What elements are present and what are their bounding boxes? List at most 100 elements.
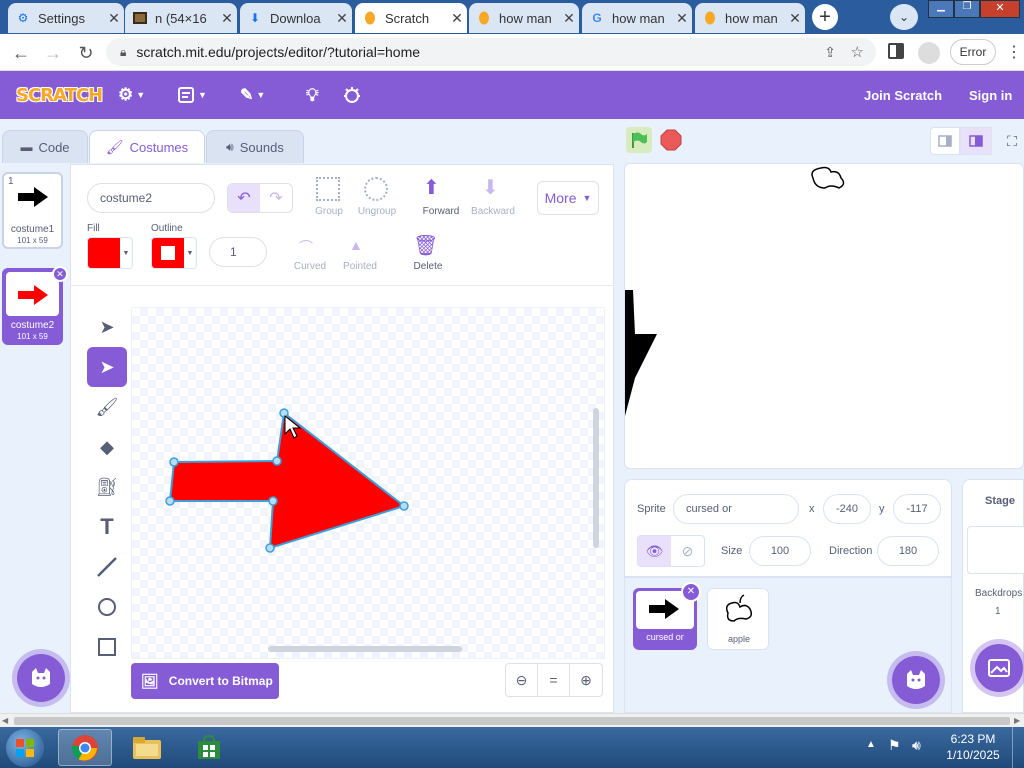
scrollbar-thumb[interactable] xyxy=(14,717,1010,725)
side-panel-icon[interactable] xyxy=(888,43,904,59)
vertical-scrollbar[interactable] xyxy=(593,408,599,548)
tab-video[interactable]: n (54×16 ✕ xyxy=(125,3,237,33)
tab-how-many-2[interactable]: G how man ✕ xyxy=(582,3,692,33)
scroll-right-icon[interactable]: ▶ xyxy=(1014,716,1020,725)
fullscreen-icon[interactable]: ⛶ xyxy=(1000,127,1024,155)
sprite-tile-selected[interactable]: cursed or ✕ xyxy=(633,582,701,650)
stage-selector[interactable]: Stage Backdrops 1 xyxy=(962,479,1024,713)
delete-sprite-icon[interactable]: ✕ xyxy=(681,582,701,602)
scratch-logo[interactable]: SCRATCH xyxy=(16,71,103,119)
more-dropdown[interactable]: More ▼ xyxy=(537,181,599,215)
back-arrow-icon[interactable]: ← xyxy=(8,40,34,66)
debug-bug-icon[interactable] xyxy=(342,71,362,119)
error-button[interactable]: Error xyxy=(950,39,996,65)
tutorials-lightbulb-icon[interactable]: 💡︎ xyxy=(306,71,319,119)
ungroup-icon[interactable] xyxy=(364,177,388,201)
flag-alert-icon[interactable]: ⚑ xyxy=(888,737,901,754)
taskbar-store[interactable] xyxy=(186,729,232,766)
tab-settings[interactable]: ⚙ Settings ✕ xyxy=(8,3,124,33)
outline-color-picker[interactable]: ▼ xyxy=(151,237,197,269)
page-horizontal-scrollbar[interactable]: ◀ ▶ xyxy=(0,713,1024,727)
join-scratch-link[interactable]: Join Scratch xyxy=(864,71,942,119)
zoom-in-icon[interactable]: ⊕ xyxy=(570,664,602,696)
show-eye-icon[interactable]: 👁︎ xyxy=(638,536,671,566)
trash-icon[interactable]: 🗑︎ xyxy=(413,233,438,258)
maximize-button[interactable]: ❐ xyxy=(954,0,980,18)
eraser-tool[interactable]: ◆ xyxy=(87,427,127,467)
tab-scratch[interactable]: Scratch ✕ xyxy=(355,3,467,33)
show-desktop-button[interactable] xyxy=(1012,727,1024,768)
small-stage-button[interactable] xyxy=(930,127,960,155)
close-icon[interactable]: ✕ xyxy=(332,10,352,27)
arrow-shape[interactable] xyxy=(132,308,606,660)
choose-sprite-button[interactable] xyxy=(892,656,940,704)
close-icon[interactable]: ✕ xyxy=(559,10,579,27)
show-hidden-icons[interactable]: ▲ xyxy=(866,739,876,750)
taskbar-chrome[interactable] xyxy=(58,729,112,766)
close-icon[interactable]: ✕ xyxy=(785,10,805,27)
delete-costume-icon[interactable]: ✕ xyxy=(52,266,68,282)
sprite-tile[interactable]: apple xyxy=(707,588,769,650)
choose-backdrop-button[interactable] xyxy=(975,644,1023,692)
direction-input[interactable]: 180 xyxy=(877,536,939,566)
pointed-icon[interactable]: ▲ xyxy=(349,237,363,253)
y-position-input[interactable]: -117 xyxy=(893,494,941,524)
line-tool[interactable] xyxy=(87,547,127,587)
start-button[interactable] xyxy=(6,729,44,767)
reload-icon[interactable]: ↻ xyxy=(73,40,99,66)
fill-color-picker[interactable]: ▼ xyxy=(87,237,133,269)
forward-arrow-icon[interactable]: → xyxy=(40,40,66,66)
sign-in-link[interactable]: Sign in xyxy=(969,71,1012,119)
forward-layer-icon[interactable]: ⬆ xyxy=(423,175,440,200)
brush-tool[interactable]: 🖌︎ xyxy=(87,387,127,427)
close-icon[interactable]: ✕ xyxy=(104,10,124,27)
backward-layer-icon[interactable]: ⬇ xyxy=(482,175,499,200)
rectangle-tool[interactable] xyxy=(87,627,127,667)
window-close-button[interactable]: ✕ xyxy=(980,0,1020,18)
undo-icon[interactable]: ↶ xyxy=(228,184,260,212)
curved-icon[interactable]: ⌒ xyxy=(299,237,313,257)
address-bar[interactable]: 🔒︎ scratch.mit.edu/projects/editor/?tuto… xyxy=(106,38,876,66)
circle-tool[interactable] xyxy=(87,587,127,627)
close-icon[interactable]: ✕ xyxy=(447,10,467,27)
clock-date[interactable]: 1/10/2025 xyxy=(940,748,1006,762)
close-icon[interactable]: ✕ xyxy=(217,10,237,27)
hide-eye-icon[interactable]: ⊘ xyxy=(671,536,704,566)
text-tool[interactable]: T xyxy=(87,507,127,547)
group-icon[interactable] xyxy=(316,177,340,201)
tab-search-chevron-icon[interactable]: ⌄ xyxy=(890,4,918,30)
costume-name-input[interactable]: costume2 xyxy=(87,183,215,213)
costume-tile[interactable]: 1 costume1 101 x 59 xyxy=(2,172,63,249)
outline-width-input[interactable]: 1 xyxy=(209,237,267,267)
tab-how-many-1[interactable]: how man ✕ xyxy=(469,3,579,33)
sprite-name-input[interactable]: cursed or xyxy=(673,494,799,524)
stop-button[interactable] xyxy=(660,129,682,151)
convert-to-bitmap-button[interactable]: 🖼︎ Convert to Bitmap xyxy=(131,663,279,699)
select-tool[interactable]: ➤ xyxy=(87,307,127,347)
tab-downloads[interactable]: ⬇ Downloa ✕ xyxy=(240,3,352,33)
redo-icon[interactable]: ↷ xyxy=(260,184,292,212)
taskbar-explorer[interactable] xyxy=(124,729,170,766)
stage-canvas[interactable] xyxy=(624,163,1024,469)
x-position-input[interactable]: -240 xyxy=(823,494,871,524)
costume-tile-selected[interactable]: 2 costume2 101 x 59 ✕ xyxy=(2,266,68,345)
edit-pencil-icon[interactable]: ✎ ▼ xyxy=(240,71,265,119)
kebab-menu-icon[interactable]: ⋮ xyxy=(1006,42,1022,62)
volume-icon[interactable]: 🔊︎ xyxy=(912,737,921,754)
file-menu-icon[interactable]: ▼ xyxy=(178,71,207,119)
settings-gear-icon[interactable]: ⚙ ▼ xyxy=(118,71,145,119)
drawing-canvas[interactable] xyxy=(131,307,605,659)
clock-time[interactable]: 6:23 PM xyxy=(940,732,1006,746)
share-icon[interactable]: ⇪ xyxy=(824,44,836,61)
scroll-left-icon[interactable]: ◀ xyxy=(2,716,8,725)
size-input[interactable]: 100 xyxy=(749,536,811,566)
tab-costumes[interactable]: 🖌︎ Costumes xyxy=(89,130,205,163)
close-icon[interactable]: ✕ xyxy=(672,10,692,27)
tab-sounds[interactable]: 🔊︎ Sounds xyxy=(206,130,304,163)
normal-stage-button[interactable] xyxy=(960,127,992,155)
green-flag-button[interactable] xyxy=(626,127,652,153)
horizontal-scrollbar[interactable] xyxy=(268,646,462,652)
new-tab-button[interactable]: + xyxy=(812,4,838,30)
zoom-out-icon[interactable]: ⊖ xyxy=(506,664,538,696)
profile-avatar[interactable] xyxy=(918,42,940,64)
